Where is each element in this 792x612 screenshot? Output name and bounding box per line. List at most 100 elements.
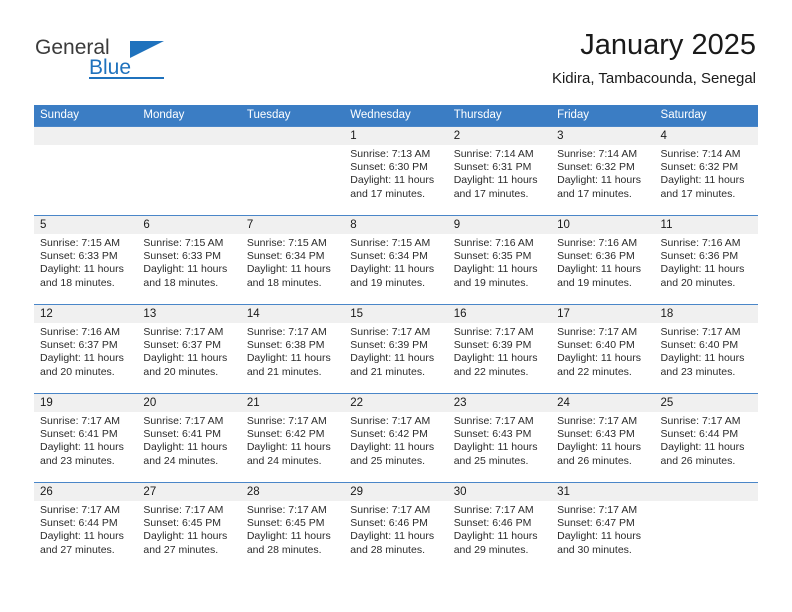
calendar-day-cell[interactable]: 24 Sunrise: 7:17 AM Sunset: 6:43 PM Dayligh… [551,393,655,483]
daylight-text-line1: Daylight: 11 hours [350,441,435,454]
calendar-day-cell[interactable]: 18 Sunrise: 7:17 AM Sunset: 6:40 PM Dayligh… [654,304,758,394]
weekday-header-monday: Monday [137,105,241,127]
daylight-text-line1: Daylight: 11 hours [557,174,641,187]
calendar-day-cell[interactable]: 31 Sunrise: 7:17 AM Sunset: 6:47 PM Dayligh… [551,482,655,572]
day-info: Sunrise: 7:17 AM Sunset: 6:40 PM Daylight:… [551,323,654,379]
calendar-day-cell[interactable]: 23 Sunrise: 7:17 AM Sunset: 6:43 PM Dayligh… [447,393,552,483]
daylight-text-line2: and 25 minutes. [350,454,425,467]
calendar-day-cell[interactable]: 5 Sunrise: 7:15 AM Sunset: 6:33 PM Daylight… [34,215,138,305]
sunset-text: Sunset: 6:41 PM [40,428,118,441]
daylight-text-line2: and 17 minutes. [453,187,529,200]
day-info: Sunrise: 7:17 AM Sunset: 6:45 PM Daylight:… [241,501,344,557]
calendar-day-cell[interactable]: 7 Sunrise: 7:15 AM Sunset: 6:34 PM Daylight… [240,215,345,305]
daylight-text-line2: and 26 minutes. [660,454,736,467]
sunset-text: Sunset: 6:44 PM [660,428,739,441]
day-number [137,127,241,145]
daylight-text-line1: Daylight: 11 hours [40,441,124,454]
day-number: 19 [34,394,138,412]
calendar-day-cell[interactable]: 25 Sunrise: 7:17 AM Sunset: 6:44 PM Dayligh… [654,393,758,483]
calendar-day-cell[interactable]: 30 Sunrise: 7:17 AM Sunset: 6:46 PM Dayligh… [447,482,552,572]
calendar-day-cell[interactable]: 21 Sunrise: 7:17 AM Sunset: 6:42 PM Dayligh… [240,393,345,483]
calendar-day-cell[interactable]: 17 Sunrise: 7:17 AM Sunset: 6:40 PM Dayligh… [551,304,655,394]
calendar-day-cell[interactable]: 9 Sunrise: 7:16 AM Sunset: 6:35 PM Daylight… [447,215,552,305]
daylight-text-line2: and 18 minutes. [143,276,219,289]
calendar-day-cell[interactable]: 14 Sunrise: 7:17 AM Sunset: 6:38 PM Dayligh… [240,304,345,394]
calendar-page: General Blue January 2025 Kidira, Tambac… [0,0,792,612]
calendar-day-cell[interactable]: 2 Sunrise: 7:14 AM Sunset: 6:31 PM Daylight… [447,126,552,216]
sunset-text: Sunset: 6:36 PM [660,250,739,263]
day-info: Sunrise: 7:17 AM Sunset: 6:45 PM Daylight:… [137,501,240,557]
calendar-day-cell[interactable]: 22 Sunrise: 7:17 AM Sunset: 6:42 PM Dayligh… [344,393,448,483]
calendar-day-cell[interactable]: 20 Sunrise: 7:17 AM Sunset: 6:41 PM Dayligh… [137,393,241,483]
day-number: 18 [654,305,758,323]
calendar-day-cell[interactable]: 26 Sunrise: 7:17 AM Sunset: 6:44 PM Dayligh… [34,482,138,572]
calendar-day-cell[interactable]: 13 Sunrise: 7:17 AM Sunset: 6:37 PM Dayligh… [137,304,241,394]
sunset-text: Sunset: 6:46 PM [453,517,532,530]
day-cell-inner: 21 Sunrise: 7:17 AM Sunset: 6:42 PM Dayligh… [240,394,345,482]
weekday-header-wednesday: Wednesday [344,105,448,127]
sunset-text: Sunset: 6:40 PM [660,339,739,352]
sunset-text: Sunset: 6:35 PM [453,250,532,263]
day-cell-inner: 10 Sunrise: 7:16 AM Sunset: 6:36 PM Dayligh… [551,216,655,304]
day-info: Sunrise: 7:17 AM Sunset: 6:47 PM Daylight:… [551,501,654,557]
daylight-text-line1: Daylight: 11 hours [453,174,538,187]
daylight-text-line2: and 17 minutes. [660,187,736,200]
day-number: 12 [34,305,138,323]
calendar-day-cell[interactable]: 12 Sunrise: 7:16 AM Sunset: 6:37 PM Dayligh… [34,304,138,394]
sunrise-text: Sunrise: 7:17 AM [246,326,327,338]
day-number: 24 [551,394,655,412]
daylight-text-line2: and 17 minutes. [350,187,425,200]
day-cell-inner: 22 Sunrise: 7:17 AM Sunset: 6:42 PM Dayligh… [344,394,448,482]
calendar-day-cell[interactable]: 6 Sunrise: 7:15 AM Sunset: 6:33 PM Daylight… [137,215,241,305]
day-number: 5 [34,216,138,234]
sunset-text: Sunset: 6:43 PM [557,428,635,441]
daylight-text-line1: Daylight: 11 hours [143,352,228,365]
calendar-week-row: 1 Sunrise: 7:13 AM Sunset: 6:30 PM Daylight… [34,126,758,216]
daylight-text-line1: Daylight: 11 hours [557,263,641,276]
daylight-text-line2: and 28 minutes. [350,543,425,556]
daylight-text-line1: Daylight: 11 hours [246,263,331,276]
blue-triangle-flag-icon [130,41,164,58]
calendar-day-cell[interactable]: 29 Sunrise: 7:17 AM Sunset: 6:46 PM Dayligh… [344,482,448,572]
daylight-text-line1: Daylight: 11 hours [350,174,435,187]
day-number: 14 [240,305,345,323]
sunrise-text: Sunrise: 7:17 AM [453,326,534,338]
calendar-day-cell[interactable]: 10 Sunrise: 7:16 AM Sunset: 6:36 PM Dayligh… [551,215,655,305]
daylight-text-line1: Daylight: 11 hours [453,441,538,454]
sunrise-text: Sunrise: 7:15 AM [143,237,224,249]
calendar-day-cell[interactable]: 3 Sunrise: 7:14 AM Sunset: 6:32 PM Daylight… [551,126,655,216]
calendar-day-cell[interactable]: 11 Sunrise: 7:16 AM Sunset: 6:36 PM Dayligh… [654,215,758,305]
sunset-text: Sunset: 6:42 PM [350,428,428,441]
day-info: Sunrise: 7:17 AM Sunset: 6:43 PM Daylight:… [448,412,551,468]
calendar-day-cell[interactable]: 1 Sunrise: 7:13 AM Sunset: 6:30 PM Daylight… [344,126,448,216]
calendar-day-cell[interactable]: 16 Sunrise: 7:17 AM Sunset: 6:39 PM Dayligh… [447,304,552,394]
day-cell-inner: 5 Sunrise: 7:15 AM Sunset: 6:33 PM Daylight… [34,216,138,304]
day-info: Sunrise: 7:14 AM Sunset: 6:31 PM Daylight:… [448,145,551,201]
calendar-day-cell[interactable]: 15 Sunrise: 7:17 AM Sunset: 6:39 PM Dayligh… [344,304,448,394]
sunset-text: Sunset: 6:31 PM [453,161,532,174]
sunrise-text: Sunrise: 7:17 AM [143,326,224,338]
sunrise-text: Sunrise: 7:13 AM [350,148,431,160]
calendar-day-cell[interactable]: 19 Sunrise: 7:17 AM Sunset: 6:41 PM Dayligh… [34,393,138,483]
day-number: 20 [137,394,241,412]
sunset-text: Sunset: 6:44 PM [40,517,118,530]
day-info: Sunrise: 7:17 AM Sunset: 6:41 PM Daylight:… [137,412,240,468]
sunrise-text: Sunrise: 7:15 AM [40,237,120,249]
sunrise-text: Sunrise: 7:17 AM [660,415,741,427]
calendar-day-cell[interactable]: 4 Sunrise: 7:14 AM Sunset: 6:32 PM Daylight… [654,126,758,216]
sunrise-text: Sunrise: 7:16 AM [660,237,741,249]
daylight-text-line1: Daylight: 11 hours [40,263,124,276]
day-number: 1 [344,127,448,145]
daylight-text-line1: Daylight: 11 hours [350,263,435,276]
calendar-day-cell[interactable]: 28 Sunrise: 7:17 AM Sunset: 6:45 PM Dayligh… [240,482,345,572]
daylight-text-line1: Daylight: 11 hours [557,352,641,365]
general-blue-logo[interactable]: General Blue [35,36,285,86]
daylight-text-line1: Daylight: 11 hours [557,441,641,454]
sunset-text: Sunset: 6:33 PM [40,250,118,263]
day-cell-inner: 4 Sunrise: 7:14 AM Sunset: 6:32 PM Daylight… [654,127,758,215]
daylight-text-line2: and 22 minutes. [453,365,529,378]
day-number: 26 [34,483,138,501]
calendar-day-cell[interactable]: 8 Sunrise: 7:15 AM Sunset: 6:34 PM Daylight… [344,215,448,305]
day-number [34,127,138,145]
calendar-day-cell[interactable]: 27 Sunrise: 7:17 AM Sunset: 6:45 PM Dayligh… [137,482,241,572]
